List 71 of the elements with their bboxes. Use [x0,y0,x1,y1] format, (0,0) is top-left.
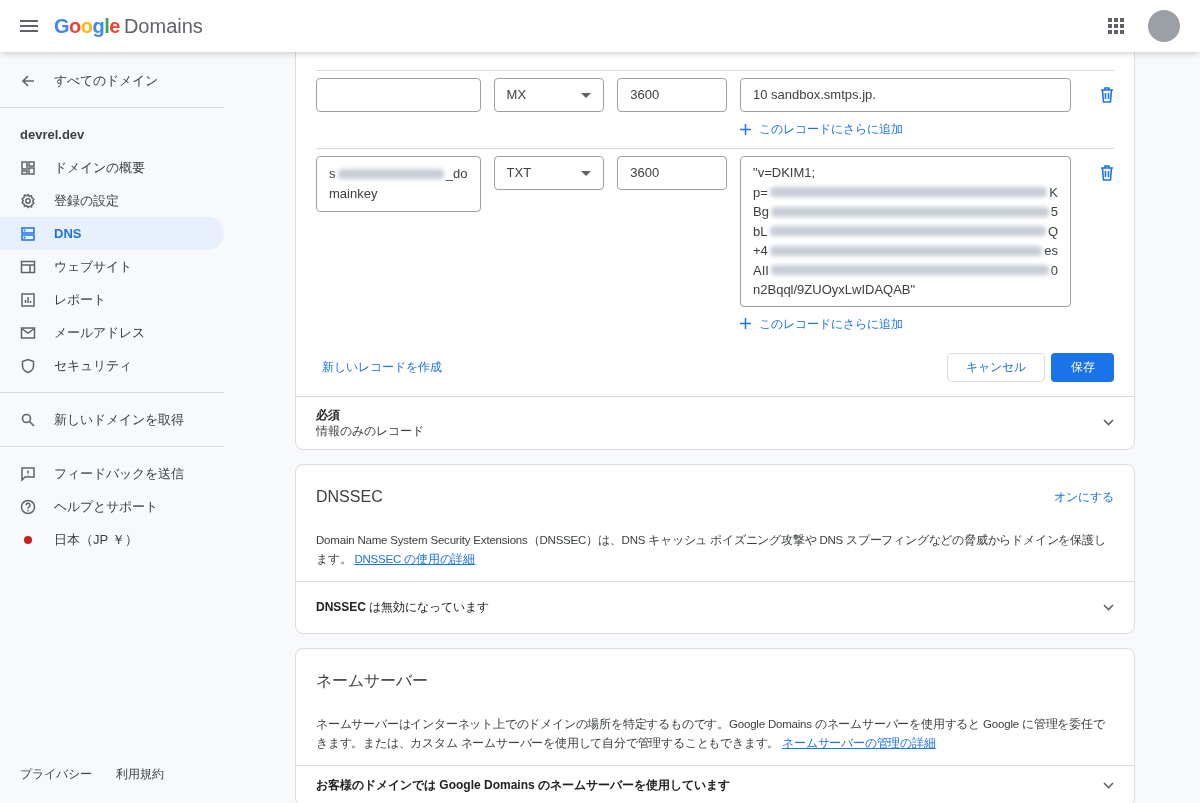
dropdown-caret-icon [581,92,592,98]
avatar[interactable] [1148,10,1180,42]
record-type-dropdown[interactable]: TXT [493,156,605,190]
chevron-icon[interactable] [1103,781,1114,789]
partly-blurred-text: s _do [329,165,468,183]
turn-on-link[interactable]: オンにする [1054,487,1114,506]
sidebar-item[interactable]: メールアドレス [0,316,224,349]
plus-icon [740,318,752,329]
envelope-icon [20,324,36,341]
app-logo[interactable]: Google Domains [54,11,203,41]
sidebar-item[interactable]: 新しいドメインを取得 [0,403,224,436]
feedback-icon [20,465,36,482]
menu-icon[interactable] [20,20,38,32]
sidebar-item[interactable]: レポート [0,283,224,316]
sidebar-item[interactable]: ウェブサイト [0,250,224,283]
chevron-icon[interactable] [1103,419,1114,426]
back-arrow-icon [20,72,36,89]
add-record-link[interactable]: このレコードにさらに追加 [740,312,1072,335]
sidebar-item[interactable]: すべてのドメイン [0,64,224,97]
ttl-field[interactable]: 3600 [617,78,728,112]
save-button[interactable]: 保存 [1051,352,1114,382]
server-icon [20,225,36,242]
delete-icon[interactable] [1100,87,1114,103]
sidebar-item[interactable]: 登録の設定 [0,184,224,217]
record-data-field[interactable]: 10 sandbox.smtps.jp. [740,78,1072,112]
status-text: お客様のドメインでは Google Domains のネームサーバーを使用しています [316,777,730,794]
section-description: ネームサーバーはインターネット上でのドメインの場所を特定するものです。Google Domains のネームサーバーを使用すると Google に管理を委任できます。または、カスタム ネームサーバーを使用して自分で管理することもできます。 ネームサーバーの管理の詳細 [316,716,1106,751]
create-record-link[interactable]: 新しいレコードを作成 [316,358,442,376]
sidebar-item[interactable]: DNS [0,217,224,250]
expandable-row[interactable]: DNSSEC は無効になっています [296,580,1134,633]
sidebar-item[interactable]: ヘルプとサポート [0,490,224,523]
learn-more-link[interactable]: ネームサーバーの管理の詳細 [782,736,936,749]
text-line: "v=DKIM1; [753,164,817,182]
text-line: 10 sandbox.smtps.jp. [753,86,877,104]
dropdown-caret-icon [581,170,592,176]
record-type-dropdown[interactable]: MX [493,78,605,112]
sidebar-item[interactable]: ドメインの概要 [0,151,224,184]
cancel-button[interactable]: キャンセル [947,352,1045,382]
section-title: 必須 [316,406,341,423]
host-name-field[interactable]: s _do mainkey [316,156,481,212]
dashboard-icon [20,159,36,176]
plus-icon [740,123,752,135]
shield-icon [20,357,36,374]
sidebar-item[interactable]: 日本（JP ￥） [0,523,224,556]
sidebar-item[interactable]: セキュリティ [0,349,224,382]
apps-grid-icon[interactable] [1108,18,1124,34]
learn-more-link[interactable]: DNSSEC の使用の詳細 [354,552,475,565]
help-icon [20,498,36,515]
add-record-link[interactable]: このレコードにさらに追加 [740,118,1072,140]
domain-name: devrel.dev [19,125,86,144]
settings-icon [20,192,36,209]
text-line: mainkey [329,185,379,203]
footer-link[interactable]: 利用規約 [116,765,164,783]
ttl-field[interactable]: 3600 [617,156,728,190]
section-heading: ネームサーバー [316,670,428,691]
delete-icon[interactable] [1100,165,1114,181]
record-data-field[interactable]: "v=DKIM1; p= K Bg 5 bL Q +4 es AII 0 n2Bqql/9ZUOyxLwIDAQAB" [740,156,1072,307]
browser-window-icon [20,258,36,275]
expandable-row[interactable]: 必須 情報のみのレコード [296,395,1134,449]
section-subtitle: 情報のみのレコード [316,422,424,439]
status-text: DNSSEC は無効になっています [316,599,490,616]
text-line: n2Bqql/9ZUOyxLwIDAQAB" [753,281,917,299]
sidebar-item[interactable]: フィードバックを送信 [0,457,224,490]
chevron-icon[interactable] [1103,603,1114,611]
footer-link[interactable]: プライバシー [20,765,92,783]
section-heading: DNSSEC [316,486,383,507]
search-icon [20,411,36,428]
bar-chart-icon [20,291,36,308]
expandable-row[interactable]: お客様のドメインでは Google Domains のネームサーバーを使用しています [296,764,1134,803]
host-name-field[interactable] [316,78,481,112]
section-description: Domain Name System Security Extensions（DNSSEC）は、DNS キャッシュ ポイズニング攻撃や DNS スプーフィングなどの脅威からドメインを保護します。 DNSSEC の使用の詳細 [316,532,1107,567]
